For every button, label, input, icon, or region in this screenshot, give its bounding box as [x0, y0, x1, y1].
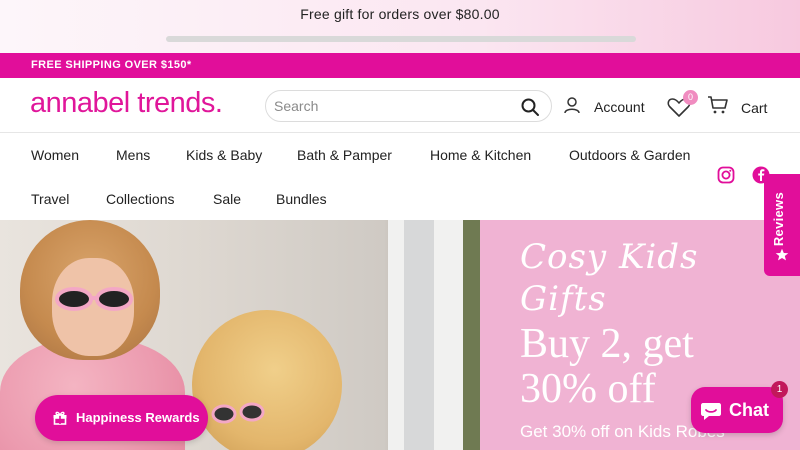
chat-notification-badge: 1: [771, 381, 788, 398]
photo-window-frame: [404, 220, 434, 450]
search-box: [265, 90, 552, 122]
shipping-banner: FREE SHIPPING OVER $150*: [0, 53, 800, 78]
happiness-rewards-label: Happiness Rewards: [76, 410, 200, 425]
photo-child2-hair: [192, 310, 342, 450]
search-input[interactable]: [274, 96, 514, 116]
nav-item-collections[interactable]: Collections: [106, 191, 174, 207]
wishlist-count-badge: 0: [683, 90, 698, 105]
cart-label: Cart: [741, 99, 768, 116]
star-icon: [775, 248, 789, 262]
chat-label: Chat: [729, 400, 769, 420]
photo-window-garden: [463, 220, 480, 450]
hero-script-title: Cosy Kids Gifts: [520, 237, 699, 319]
nav-item-sale[interactable]: Sale: [213, 191, 241, 207]
chat-bubble-icon: [700, 401, 722, 421]
account-label: Account: [594, 99, 645, 115]
nav-item-kids-baby[interactable]: Kids & Baby: [186, 147, 262, 163]
site-header: annabel trends. Account Cart: [0, 78, 800, 133]
shipping-banner-text: FREE SHIPPING OVER $150*: [31, 59, 192, 71]
announcement-bar: Free gift for orders over $80.00: [0, 0, 800, 53]
instagram-icon[interactable]: [717, 166, 737, 186]
user-icon: [563, 96, 581, 119]
happiness-rewards-button[interactable]: Happiness Rewards: [35, 395, 208, 441]
reviews-tab-label: Reviews: [771, 192, 786, 247]
cart-icon: [707, 95, 729, 120]
free-gift-progress-bar: [166, 36, 636, 42]
gift-icon: [52, 409, 68, 425]
search-icon[interactable]: [520, 97, 540, 117]
nav-item-mens[interactable]: Mens: [116, 147, 150, 163]
reviews-tab[interactable]: Reviews: [764, 174, 800, 276]
photo-sunglasses: [55, 287, 133, 311]
photo-sunglasses-2: [211, 402, 265, 424]
nav-item-bundles[interactable]: Bundles: [276, 191, 327, 207]
chat-button[interactable]: Chat: [691, 387, 783, 433]
cart-link[interactable]: Cart: [707, 95, 767, 120]
nav-item-bath-pamper[interactable]: Bath & Pamper: [297, 147, 392, 163]
announcement-text: Free gift for orders over $80.00: [300, 6, 500, 22]
main-nav: Women Mens Kids & Baby Bath & Pamper Hom…: [0, 134, 800, 220]
account-link[interactable]: Account: [563, 96, 645, 118]
nav-item-women[interactable]: Women: [31, 147, 79, 163]
site-logo[interactable]: annabel trends.: [30, 87, 223, 120]
nav-item-home-kitchen[interactable]: Home & Kitchen: [430, 147, 531, 163]
nav-item-outdoors-garden[interactable]: Outdoors & Garden: [569, 147, 690, 163]
nav-item-travel[interactable]: Travel: [31, 191, 69, 207]
